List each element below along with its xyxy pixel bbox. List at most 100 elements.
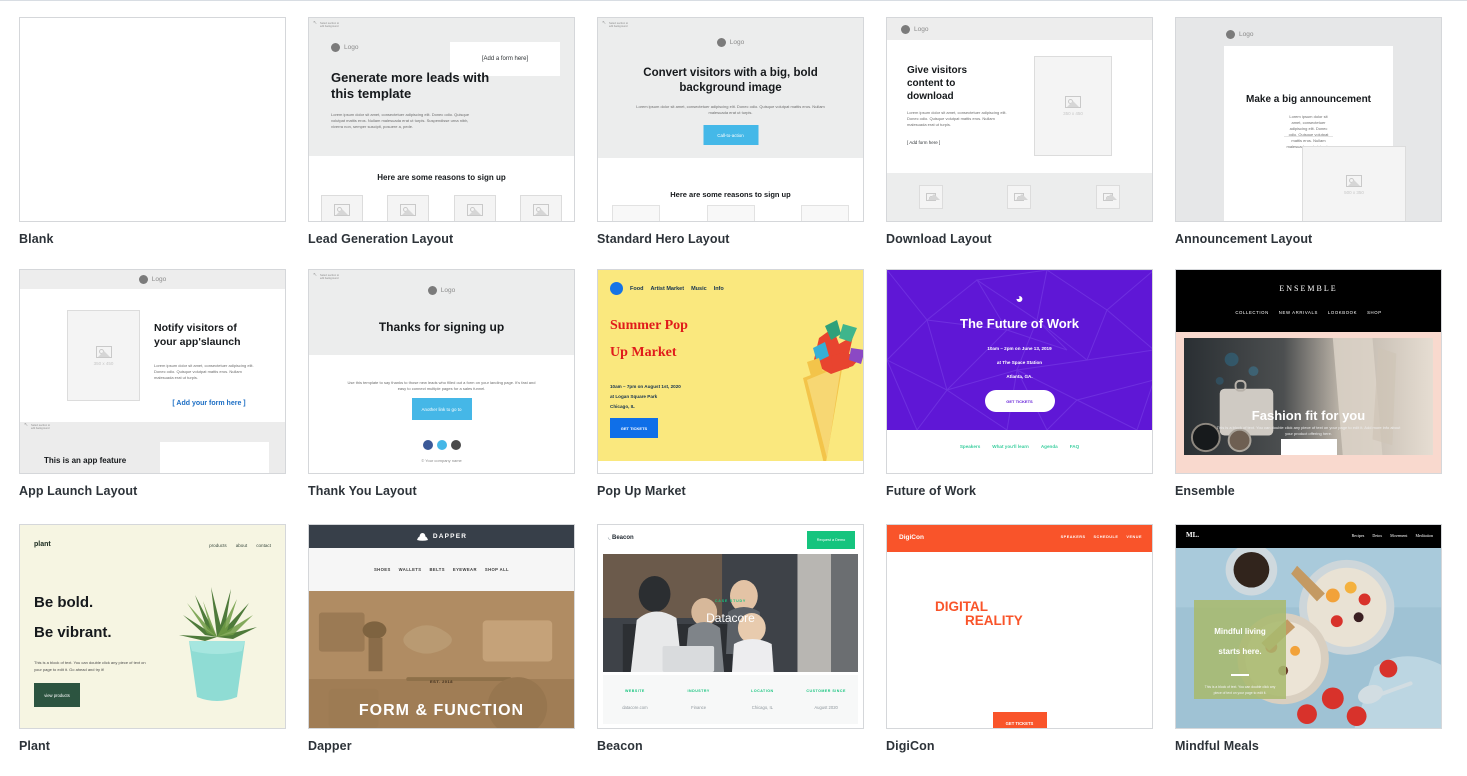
cta-button[interactable]: Call-to-action xyxy=(703,125,758,145)
template-thumbnail-future-of-work[interactable]: ◕ The Future of Work 10am – 2pm on June … xyxy=(886,269,1153,474)
nav-item[interactable]: VENUE xyxy=(1126,535,1142,539)
form-link[interactable]: [ Add your form here ] xyxy=(154,400,264,407)
nav-item[interactable]: Detox xyxy=(1372,533,1382,538)
template-card-lead-generation-layout[interactable]: Select section to edit background Logo [… xyxy=(308,17,575,247)
twitter-icon[interactable] xyxy=(436,440,447,450)
nav-item[interactable]: Agenda xyxy=(1041,444,1058,449)
template-card-blank[interactable]: Blank xyxy=(19,17,286,247)
nav-item[interactable]: SCHEDULE xyxy=(1094,535,1119,539)
nav-item[interactable]: Artist Market xyxy=(650,286,684,292)
template-thumbnail-digicon[interactable]: DigiCon SPEAKERS SCHEDULE VENUE DIGITAL … xyxy=(886,524,1153,729)
template-thumbnail-beacon[interactable]: ◟ Beacon Request a Demo CASE STUDY Datac… xyxy=(597,524,864,729)
nav[interactable]: Speakers What you'll learn Agenda FAQ xyxy=(887,444,1152,449)
template-thumbnail-plant[interactable]: plant products about contact Be bold. Be… xyxy=(19,524,286,729)
nav-item[interactable]: Food xyxy=(630,286,643,292)
view-products-button[interactable]: view products xyxy=(34,683,80,707)
nav-item[interactable]: SHOP xyxy=(1367,310,1382,315)
template-thumbnail-announcement-layout[interactable]: Logo Make a big announcement Lorem ipsum… xyxy=(1175,17,1442,222)
social-links[interactable] xyxy=(309,440,574,450)
template-thumbnail-pop-up-market[interactable]: Food Artist Market Music Info Summer Pop… xyxy=(597,269,864,474)
nav-item[interactable]: BELTS xyxy=(429,567,444,572)
stat-value: August 2020 xyxy=(814,705,838,710)
hero-body: Lorem ipsum dolor sit amet, consectetuer… xyxy=(636,104,825,115)
nav-item[interactable]: LOOKBOOK xyxy=(1328,310,1357,315)
nav-item[interactable]: contact xyxy=(256,543,271,548)
template-label: Beacon xyxy=(597,739,643,753)
get-tickets-button[interactable]: GET TICKETS xyxy=(992,712,1047,728)
nav-item[interactable]: Meditation xyxy=(1415,533,1433,538)
feature-columns xyxy=(612,205,849,221)
nav[interactable]: COLLECTION NEW ARRIVALS LOOKBOOK SHOP xyxy=(1176,310,1441,315)
nav[interactable]: SHOES WALLETS BELTS EYEWEAR SHOP ALL xyxy=(309,548,574,591)
event-time: 10am – 2pm on June 13, 2019 xyxy=(987,346,1052,351)
nav-item[interactable]: WALLETS xyxy=(399,567,422,572)
event-city: Atlanta, GA. xyxy=(1006,374,1033,379)
nav[interactable]: Food Artist Market Music Info xyxy=(610,282,724,295)
get-tickets-button[interactable]: GET TICKETS xyxy=(610,418,658,438)
template-thumbnail-download-layout[interactable]: Logo Give visitors content to download L… xyxy=(886,17,1153,222)
hero-heading: Fashion fit for you xyxy=(1251,408,1366,424)
nav-item[interactable]: Speakers xyxy=(960,444,980,449)
image-placeholder xyxy=(1007,185,1032,209)
nav-item[interactable]: Info xyxy=(714,286,724,292)
nav-item[interactable]: Movement xyxy=(1390,533,1407,538)
hero-heading: FORM & FUNCTION xyxy=(358,702,525,719)
template-card-app-launch-layout[interactable]: Logo 350 x 450 Notify visitors of your a… xyxy=(19,269,286,499)
template-thumbnail-thank-you-layout[interactable]: Select section to edit background Logo T… xyxy=(308,269,575,474)
template-card-announcement-layout[interactable]: Logo Make a big announcement Lorem ipsum… xyxy=(1175,17,1442,247)
hero-heading: Convert visitors with a big, bold backgr… xyxy=(643,67,818,94)
hero-heading-line2: Up Market xyxy=(610,345,677,360)
nav-item[interactable]: about xyxy=(236,543,248,548)
nav-item[interactable]: NEW ARRIVALS xyxy=(1279,310,1318,315)
nav-item[interactable]: SPEAKERS xyxy=(1061,535,1086,539)
nav-item[interactable]: SHOES xyxy=(374,567,391,572)
section-subheading: Here are some reasons to sign up xyxy=(377,173,506,182)
template-thumbnail-dapper[interactable]: DAPPER SHOES WALLETS BELTS EYEWEAR SHOP … xyxy=(308,524,575,729)
template-thumbnail-blank[interactable] xyxy=(19,17,286,222)
hero-heading: Generate more leads with this template xyxy=(331,70,490,101)
facebook-icon[interactable] xyxy=(422,440,433,450)
template-thumbnail-ensemble[interactable]: ENSEMBLE COLLECTION NEW ARRIVALS LOOKBOO… xyxy=(1175,269,1442,474)
nav-item[interactable]: Recipes xyxy=(1352,533,1365,538)
nav-item[interactable]: COLLECTION xyxy=(1235,310,1268,315)
header-bar: Logo xyxy=(20,270,285,289)
nav-item[interactable]: What you'll learn xyxy=(992,444,1029,449)
logo: Logo xyxy=(331,43,358,52)
image-size-label: 500 x 350 xyxy=(1344,190,1364,195)
nav-item[interactable]: SHOP ALL xyxy=(485,567,509,572)
hero-body: This is a block of text. You can double … xyxy=(1216,424,1401,436)
template-label: Download Layout xyxy=(886,232,992,246)
cta-button[interactable]: Another link to go to xyxy=(411,398,472,420)
template-card-digicon[interactable]: DigiCon SPEAKERS SCHEDULE VENUE DIGITAL … xyxy=(886,524,1153,754)
nav-item[interactable]: Music xyxy=(691,286,707,292)
template-thumbnail-lead-generation-layout[interactable]: Select section to edit background Logo [… xyxy=(308,17,575,222)
template-card-thank-you-layout[interactable]: Select section to edit background Logo T… xyxy=(308,269,575,499)
request-demo-button[interactable]: Request a Demo xyxy=(807,531,855,549)
hat-icon xyxy=(416,533,428,541)
template-card-download-layout[interactable]: Logo Give visitors content to download L… xyxy=(886,17,1153,247)
nav-item[interactable]: EYEWEAR xyxy=(453,567,477,572)
template-label: Pop Up Market xyxy=(597,484,686,498)
divider xyxy=(1284,136,1333,137)
template-thumbnail-app-launch-layout[interactable]: Logo 350 x 450 Notify visitors of your a… xyxy=(19,269,286,474)
nav-item[interactable]: products xyxy=(209,543,227,548)
template-card-standard-hero-layout[interactable]: Select section to edit background Logo C… xyxy=(597,17,864,247)
hero-image: EST. 2018 FORM & FUNCTION xyxy=(309,591,574,728)
get-tickets-button[interactable]: GET TICKETS xyxy=(984,390,1055,412)
template-card-plant[interactable]: plant products about contact Be bold. Be… xyxy=(19,524,286,754)
template-card-ensemble[interactable]: ENSEMBLE COLLECTION NEW ARRIVALS LOOKBOO… xyxy=(1175,269,1442,499)
feature-tile xyxy=(801,205,849,221)
template-card-beacon[interactable]: ◟ Beacon Request a Demo CASE STUDY Datac… xyxy=(597,524,864,754)
template-thumbnail-mindful-meals[interactable]: ML. Recipes Detox Movement Meditation Mi… xyxy=(1175,524,1442,729)
nav-item[interactable]: FAQ xyxy=(1070,444,1079,449)
template-card-mindful-meals[interactable]: ML. Recipes Detox Movement Meditation Mi… xyxy=(1175,524,1442,754)
template-label: DigiCon xyxy=(886,739,935,753)
nav[interactable]: Recipes Detox Movement Meditation xyxy=(1352,533,1433,538)
template-card-dapper[interactable]: DAPPER SHOES WALLETS BELTS EYEWEAR SHOP … xyxy=(308,524,575,754)
instagram-icon[interactable] xyxy=(450,440,461,450)
nav[interactable]: products about contact xyxy=(209,543,271,548)
template-thumbnail-standard-hero-layout[interactable]: Select section to edit background Logo C… xyxy=(597,17,864,222)
nav[interactable]: SPEAKERS SCHEDULE VENUE xyxy=(1061,535,1142,539)
template-card-pop-up-market[interactable]: Food Artist Market Music Info Summer Pop… xyxy=(597,269,864,499)
template-card-future-of-work[interactable]: ◕ The Future of Work 10am – 2pm on June … xyxy=(886,269,1153,499)
